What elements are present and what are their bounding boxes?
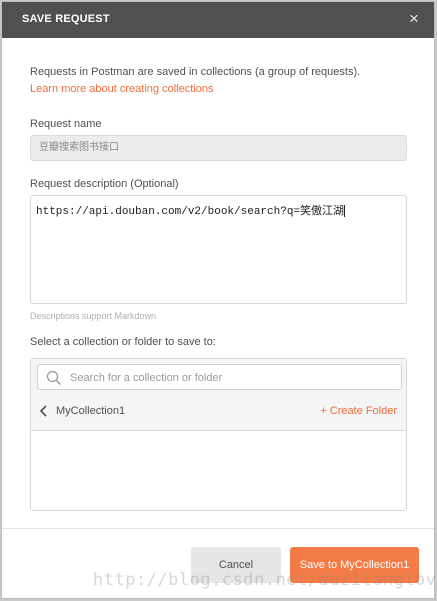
save-button[interactable]: Save to MyCollection1 (290, 547, 419, 583)
text-cursor (344, 205, 346, 218)
collection-picker-header: Search for a collection or folder MyColl… (31, 359, 406, 431)
request-description-value: https://api.douban.com/v2/book/search?q=… (36, 206, 345, 218)
search-icon (46, 370, 62, 386)
request-name-input[interactable]: 豆瓣搜索图书接口 (30, 135, 407, 161)
create-folder-link[interactable]: + Create Folder (320, 405, 397, 417)
current-collection-name: MyCollection1 (56, 405, 126, 417)
request-description-label: Request description (Optional) (30, 178, 179, 190)
chevron-left-icon[interactable] (39, 405, 49, 417)
markdown-hint: Descriptions support Markdown (30, 311, 157, 321)
modal-title: SAVE REQUEST (22, 13, 110, 25)
save-request-modal: SAVE REQUEST × Requests in Postman are s… (1, 1, 435, 599)
request-description-textarea[interactable]: https://api.douban.com/v2/book/search?q=… (30, 195, 407, 304)
cancel-button[interactable]: Cancel (191, 547, 281, 583)
collection-select-label: Select a collection or folder to save to… (30, 336, 216, 348)
close-icon[interactable]: × (404, 9, 424, 29)
collection-search-placeholder: Search for a collection or folder (70, 372, 223, 384)
collection-picker: Search for a collection or folder MyColl… (30, 358, 407, 511)
collection-search-input[interactable]: Search for a collection or folder (37, 364, 402, 390)
modal-header: SAVE REQUEST × (2, 2, 434, 38)
footer-divider (2, 528, 434, 529)
intro-text: Requests in Postman are saved in collect… (30, 66, 361, 78)
learn-more-link[interactable]: Learn more about creating collections (30, 83, 213, 95)
request-name-label: Request name (30, 118, 102, 130)
